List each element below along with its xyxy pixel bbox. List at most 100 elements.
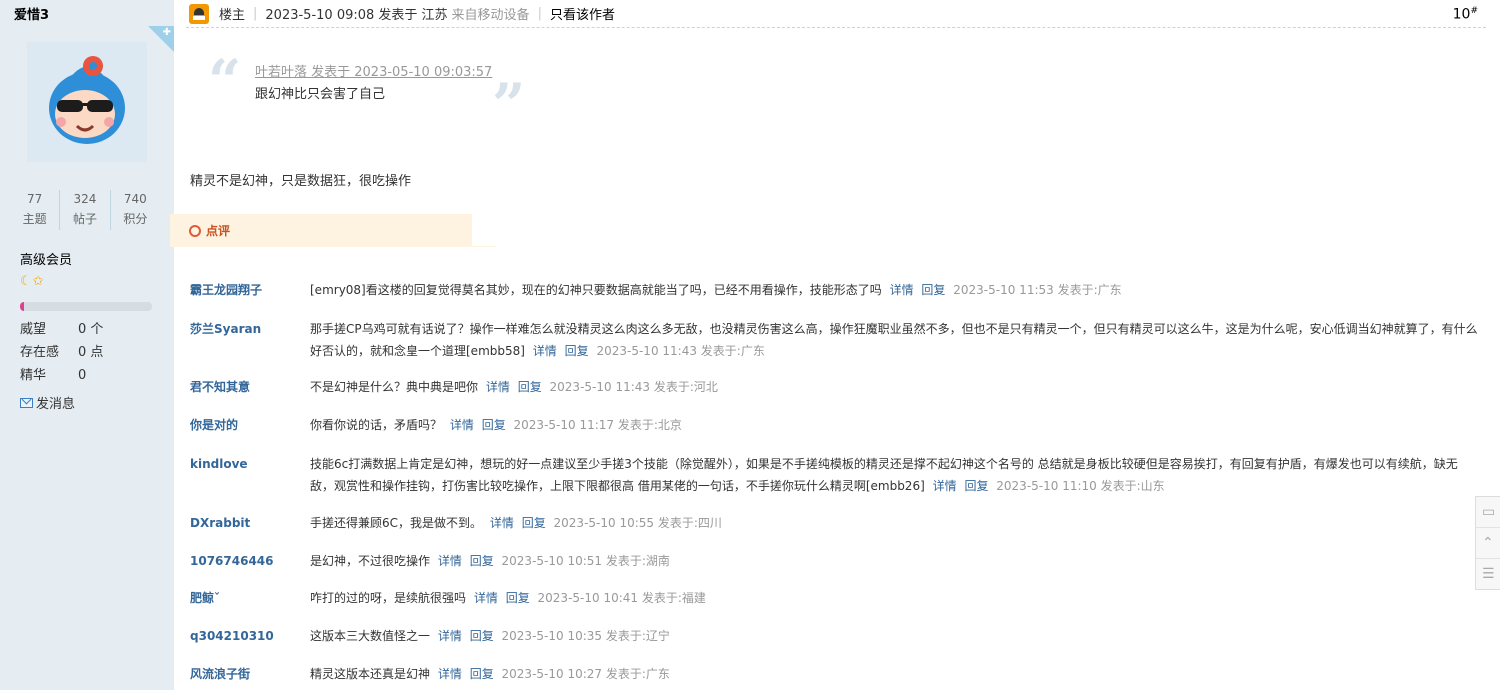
stat-topics[interactable]: 77 主题 (10, 190, 61, 230)
list-icon: ☰ (1482, 566, 1495, 582)
divider: | (253, 6, 258, 21)
comment-meta: 2023-5-10 11:10 发表于:山东 (996, 479, 1165, 493)
quote-open-icon: “ (208, 47, 242, 115)
comment-author[interactable]: 风流浪子街 (190, 663, 305, 685)
quick-reply-button[interactable]: ▭ (1476, 497, 1500, 528)
comment-author[interactable]: 君不知其意 (190, 376, 305, 398)
attr-digest: 精华 0 (20, 364, 103, 387)
attr-presence-value: 0 点 (78, 345, 104, 360)
send-message-link[interactable]: 发消息 (20, 393, 75, 412)
user-group[interactable]: 高级会员 (20, 249, 72, 268)
detail-link[interactable]: 详情 (933, 479, 957, 493)
floor-number-value: 10 (1452, 6, 1471, 23)
comment-meta: 2023-5-10 10:55 发表于:四川 (553, 516, 722, 530)
reply-link[interactable]: 回复 (506, 591, 530, 605)
attr-digest-key: 精华 (20, 368, 47, 383)
mobile-post-icon (189, 3, 209, 24)
post-source: 来自移动设备 (451, 8, 530, 23)
avatar[interactable] (27, 42, 147, 162)
thread-list-button[interactable]: ☰ (1476, 559, 1500, 590)
detail-link[interactable]: 详情 (438, 629, 462, 643)
comment-meta: 2023-5-10 10:35 发表于:辽宁 (501, 629, 670, 643)
quote-meta-link[interactable]: 叶若叶落 发表于 2023-05-10 09:03:57 (255, 61, 492, 80)
avatar-image (27, 42, 147, 162)
comment-body: 技能6c打满数据上肯定是幻神，想玩的好一点建议至少手搓3个技能（除觉醒外），如果… (310, 453, 1480, 497)
comment-body: [emry08]看这楼的回复觉得莫名其妙，现在的幻神只要数据高就能当了吗，已经不… (310, 279, 1480, 301)
comment-author[interactable]: 霸王龙园翔子 (190, 279, 305, 301)
quote-close-icon: ” (492, 71, 526, 139)
comment-body: 是幻神，不过很吃操作 详情 回复 2023-5-10 10:51 发表于:湖南 (310, 550, 1480, 572)
stat-credits[interactable]: 740 积分 (111, 190, 160, 230)
comment-author[interactable]: 肥鲸ˇ (190, 587, 305, 609)
comment-text: 精灵这版本还真是幻神 (310, 667, 431, 681)
post-role: 楼主 (219, 8, 246, 23)
detail-link[interactable]: 详情 (474, 591, 498, 605)
detail-link[interactable]: 详情 (486, 380, 510, 394)
comment-text: 是幻神，不过很吃操作 (310, 554, 431, 568)
back-to-top-button[interactable]: ⌃ (1476, 528, 1500, 559)
detail-link[interactable]: 详情 (438, 667, 462, 681)
comment-author[interactable]: 你是对的 (190, 414, 305, 436)
reply-link[interactable]: 回复 (565, 344, 589, 358)
comment-meta: 2023-5-10 11:43 发表于:广东 (596, 344, 765, 358)
comment-meta: 2023-5-10 10:41 发表于:福建 (537, 591, 706, 605)
reply-link[interactable]: 回复 (482, 418, 506, 432)
attr-presence: 存在感 0 点 (20, 341, 103, 364)
author-stats: 77 主题 324 帖子 740 积分 (10, 190, 160, 230)
comment-meta: 2023-5-10 11:17 发表于:北京 (513, 418, 682, 432)
post-content: 精灵不是幻神，只是数据狂，很吃操作 (190, 174, 412, 189)
reply-link[interactable]: 回复 (522, 516, 546, 530)
attr-prestige: 威望 0 个 (20, 318, 103, 341)
comment-meta: 2023-5-10 11:43 发表于:河北 (549, 380, 718, 394)
comment-author[interactable]: DXrabbit (190, 512, 305, 534)
floor-mark: # (1470, 6, 1478, 16)
detail-link[interactable]: 详情 (438, 554, 462, 568)
level-progress-bar (20, 302, 152, 311)
detail-link[interactable]: 详情 (490, 516, 514, 530)
circle-icon (189, 225, 201, 237)
comment-body: 这版本三大数值怪之一 详情 回复 2023-5-10 10:35 发表于:辽宁 (310, 625, 1480, 647)
post-header: 楼主 | 2023-5-10 09:08 发表于 江苏 来自移动设备 | 只看该… (186, 0, 1486, 28)
detail-link[interactable]: 详情 (890, 283, 914, 297)
reply-link[interactable]: 回复 (470, 629, 494, 643)
comment-author[interactable]: 莎兰Syaran (190, 318, 305, 340)
comment-body: 那手搓CP乌鸡可就有话说了？操作一样难怎么就没精灵这么肉这么多无敌，也没精灵伤害… (310, 318, 1480, 362)
reply-link[interactable]: 回复 (470, 667, 494, 681)
comment-section-header: 点评 (170, 214, 496, 247)
reply-link[interactable]: 回复 (921, 283, 945, 297)
level-progress-fill (20, 302, 24, 311)
comment-body: 手搓还得兼顾6C，我是做不到。 详情 回复 2023-5-10 10:55 发表… (310, 512, 1480, 534)
floor-number[interactable]: 10# (1453, 6, 1478, 23)
comment-meta: 2023-5-10 11:53 发表于:广东 (953, 283, 1122, 297)
post-time: 2023-5-10 09:08 发表于 江苏 (265, 8, 448, 23)
stat-topics-label: 主题 (22, 212, 47, 226)
detail-link[interactable]: 详情 (533, 344, 557, 358)
stat-posts-label: 帖子 (72, 212, 97, 226)
comment-author[interactable]: kindlove (190, 453, 305, 475)
comment-text: 那手搓CP乌鸡可就有话说了？操作一样难怎么就没精灵这么肉这么多无敌，也没精灵伤害… (310, 322, 1478, 358)
reply-link[interactable]: 回复 (964, 479, 988, 493)
attr-digest-value: 0 (78, 368, 87, 383)
reply-link[interactable]: 回复 (470, 554, 494, 568)
comment-author[interactable]: q304210310 (190, 625, 305, 647)
mail-icon (20, 397, 33, 408)
detail-link[interactable]: 详情 (450, 418, 474, 432)
attr-presence-key: 存在感 (20, 345, 60, 360)
comment-author[interactable]: 1076746446 (190, 550, 305, 572)
comment-body: 你看你说的话，矛盾吗？ 详情 回复 2023-5-10 11:17 发表于:北京 (310, 414, 1480, 436)
comment-body: 精灵这版本还真是幻神 详情 回复 2023-5-10 10:27 发表于:广东 (310, 663, 1480, 685)
reply-link[interactable]: 回复 (518, 380, 542, 394)
stat-posts-count: 324 (73, 192, 97, 206)
only-author-link[interactable]: 只看该作者 (550, 4, 615, 23)
comment-body: 不是幻神是什么？典中典是吧你 详情 回复 2023-5-10 11:43 发表于… (310, 376, 1480, 398)
stat-topics-count: 77 (27, 192, 43, 206)
author-username[interactable]: 爱惜3 (14, 4, 49, 23)
floating-toolbar: ▭ ⌃ ☰ (1475, 496, 1500, 590)
stat-posts[interactable]: 324 帖子 (60, 190, 111, 230)
stat-credits-label: 积分 (123, 212, 148, 226)
attr-prestige-value: 0 个 (78, 322, 104, 337)
quote-text: 跟幻神比只会害了自己 (255, 87, 386, 102)
send-message-label: 发消息 (36, 397, 76, 412)
comment-text: 这版本三大数值怪之一 (310, 629, 431, 643)
comment-text: 手搓还得兼顾6C，我是做不到。 (310, 516, 483, 530)
